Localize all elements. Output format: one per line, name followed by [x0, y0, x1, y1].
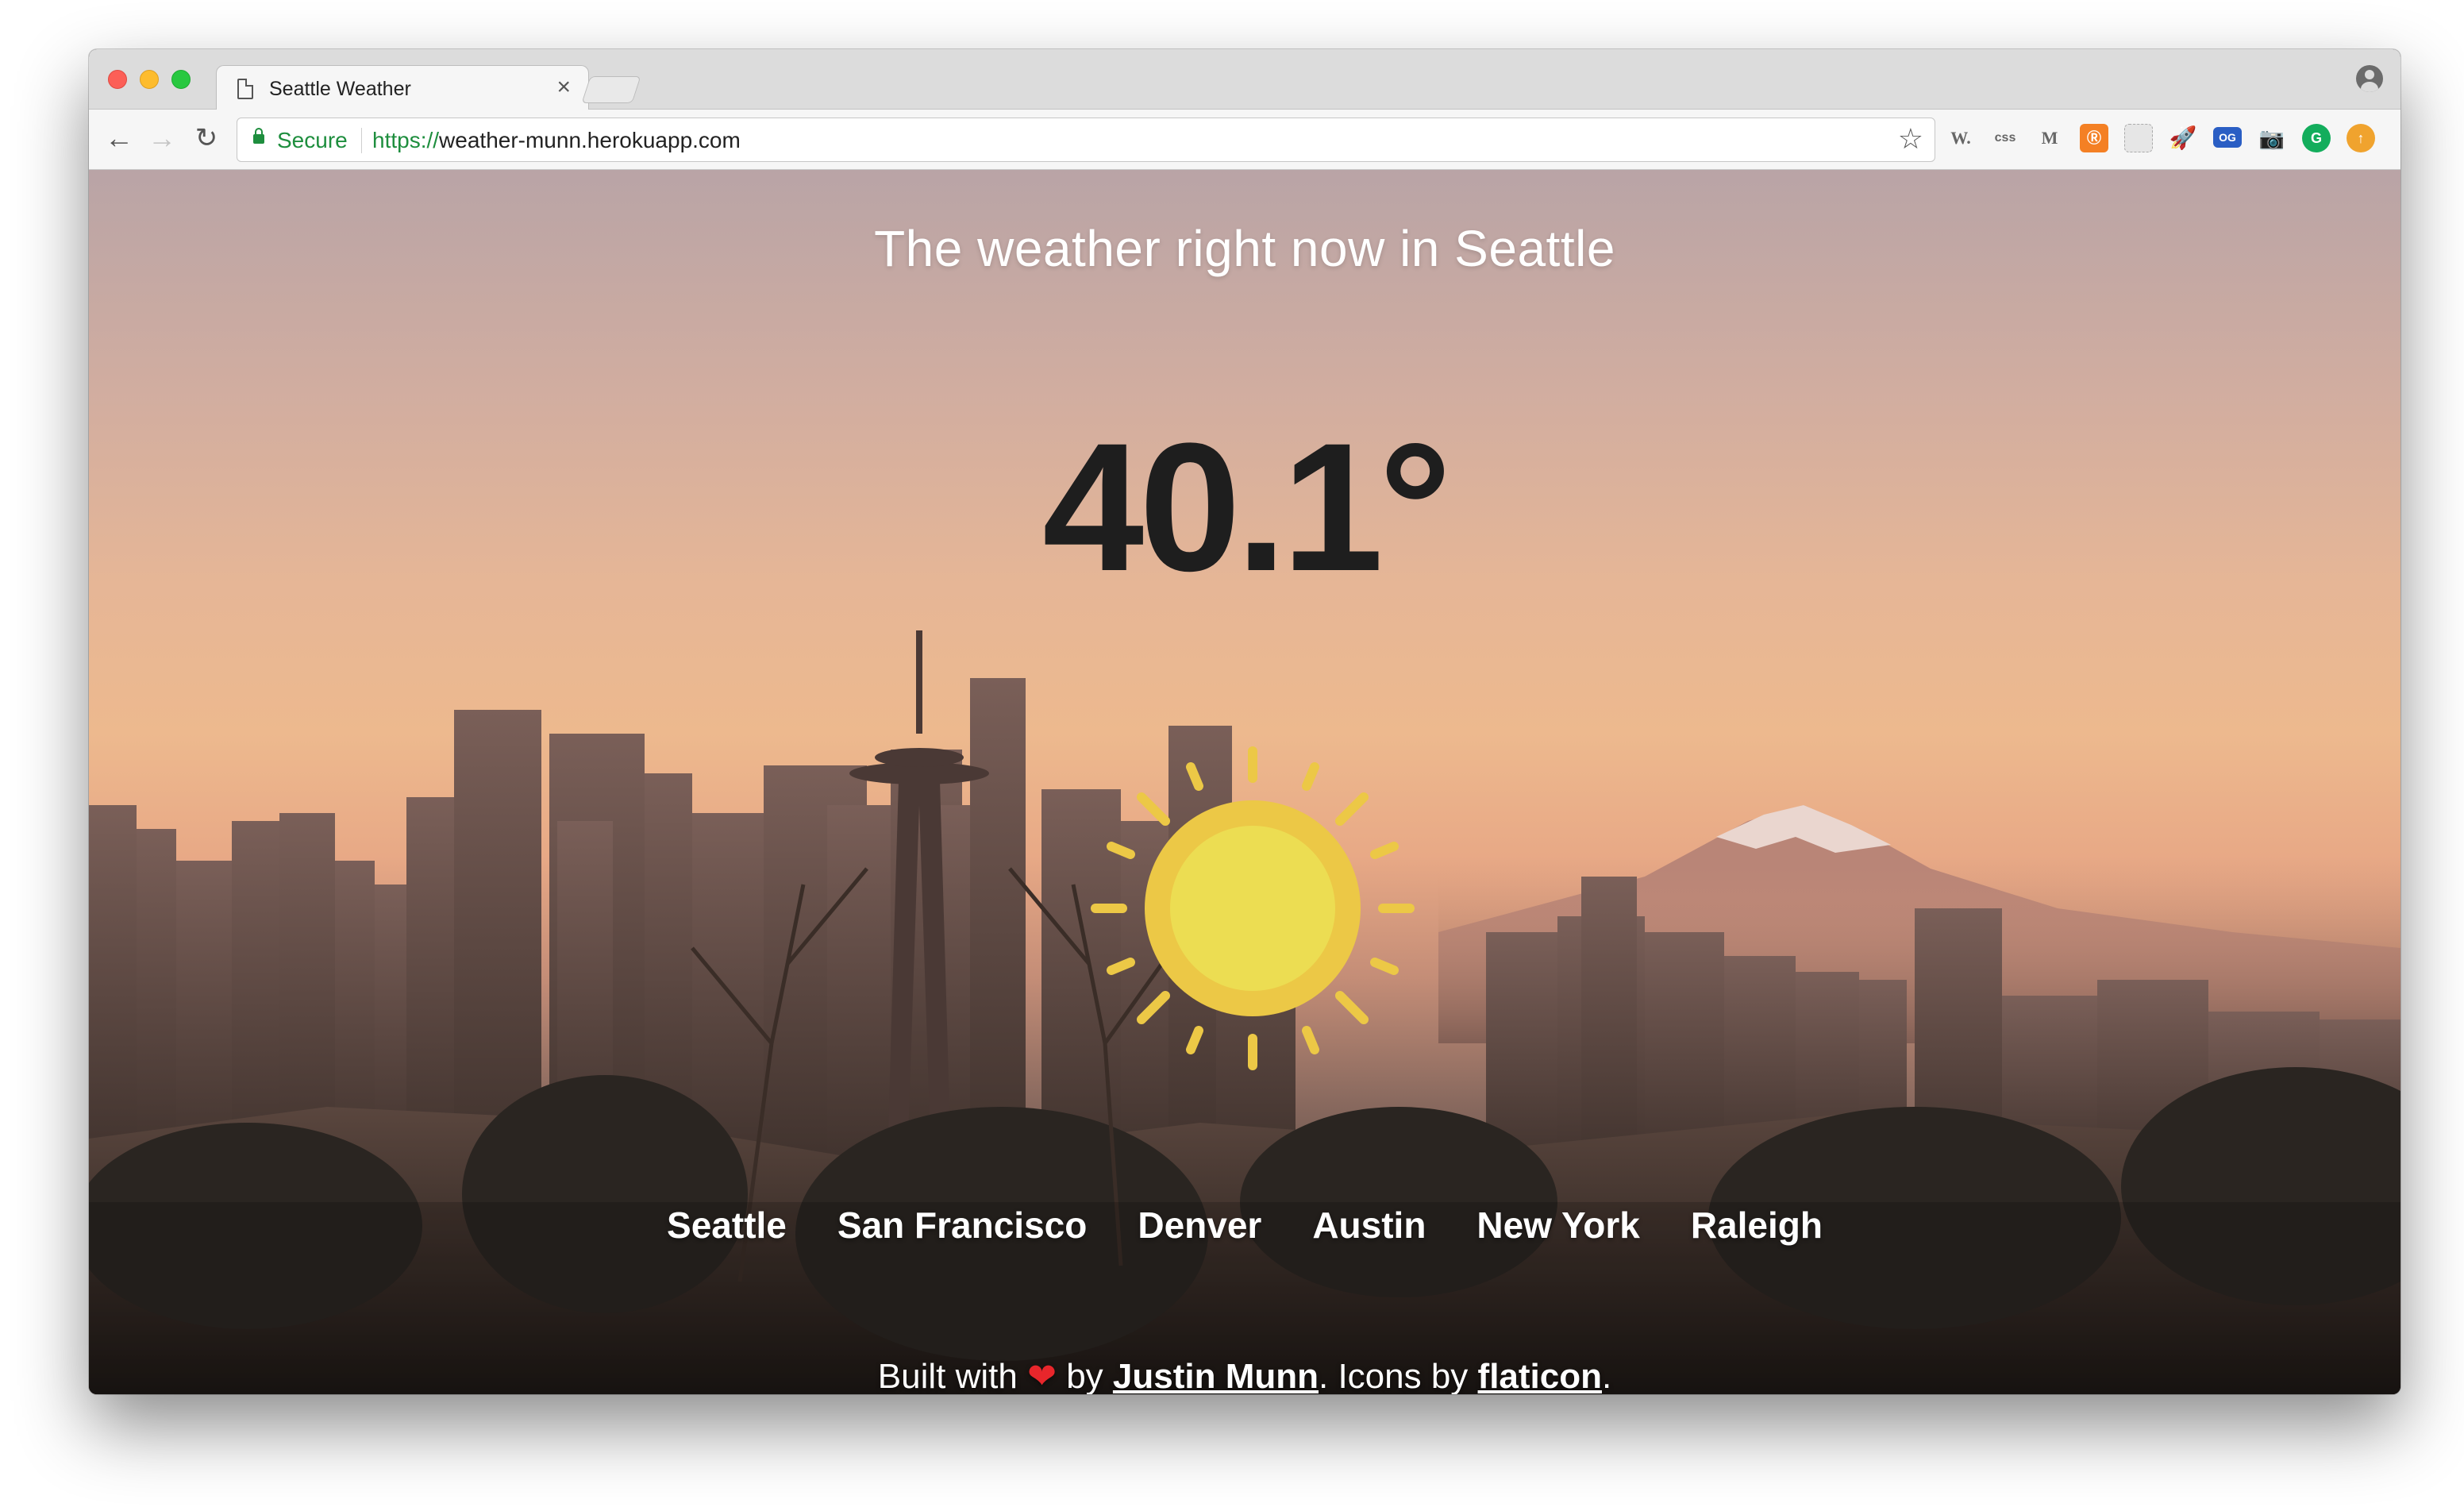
footer-icons-by: . Icons by [1319, 1357, 1469, 1394]
city-link-seattle[interactable]: Seattle [667, 1204, 787, 1247]
close-window-button[interactable] [108, 70, 127, 89]
city-link-austin[interactable]: Austin [1312, 1204, 1426, 1247]
url-scheme: https:// [372, 128, 440, 152]
city-link-denver[interactable]: Denver [1138, 1204, 1261, 1247]
forward-arrow-icon[interactable]: → [144, 121, 179, 156]
extension-og-icon[interactable]: OG [2213, 127, 2242, 148]
city-link-san-francisco[interactable]: San Francisco [837, 1204, 1087, 1247]
city-link-raleigh[interactable]: Raleigh [1691, 1204, 1823, 1247]
extension-update-icon[interactable]: ↑ [2347, 124, 2375, 152]
url-separator [361, 128, 362, 153]
new-tab-button[interactable] [581, 76, 641, 103]
url-text[interactable]: https://weather-munn.herokuapp.com [372, 128, 741, 153]
temperature-readout: 40.1° [1042, 405, 1452, 609]
extension-css-icon[interactable]: css [1991, 124, 2019, 152]
footer-built-with: Built with [877, 1357, 1018, 1394]
city-nav: Seattle San Francisco Denver Austin New … [89, 1204, 2400, 1247]
browser-toolbar: ← → ↻ Secure https://weather-munn.heroku… [89, 110, 2400, 170]
page-footer: Built with ❤ by Justin Munn. Icons by fl… [89, 1356, 2400, 1394]
url-host: weather-munn.herokuapp.com [439, 128, 741, 152]
extension-rocket-icon[interactable]: 🚀 [2169, 124, 2197, 152]
lock-icon [253, 128, 264, 144]
tab-seattle-weather[interactable]: Seattle Weather × [216, 65, 589, 111]
browser-window: Seattle Weather × ← → ↻ Secure https://w… [89, 49, 2400, 1394]
sun-icon [1091, 746, 1415, 1070]
footer-by: by [1066, 1357, 1103, 1394]
bookmark-star-icon[interactable]: ☆ [1898, 121, 1923, 156]
reload-icon[interactable]: ↻ [189, 121, 224, 156]
extension-w-icon[interactable]: W. [1946, 124, 1975, 152]
back-arrow-icon[interactable]: ← [102, 121, 137, 156]
tab-strip: Seattle Weather × [89, 49, 2400, 111]
maximize-window-button[interactable] [171, 70, 191, 89]
profile-icon[interactable] [2356, 65, 2383, 92]
document-icon [237, 79, 253, 99]
heart-icon: ❤ [1027, 1357, 1057, 1394]
extension-orange-icon[interactable]: Ⓡ [2080, 124, 2108, 152]
extension-grammarly-icon[interactable]: G [2302, 124, 2331, 152]
footer-end: . [1602, 1357, 1612, 1394]
extension-grid-icon[interactable] [2124, 124, 2153, 152]
address-bar[interactable]: Secure https://weather-munn.herokuapp.co… [237, 118, 1935, 162]
close-tab-icon[interactable]: × [556, 75, 571, 99]
secure-label: Secure [277, 128, 348, 152]
extension-camera-icon[interactable]: 📷 [2258, 124, 2286, 152]
city-link-new-york[interactable]: New York [1476, 1204, 1639, 1247]
tab-title: Seattle Weather [269, 78, 411, 100]
minimize-window-button[interactable] [140, 70, 159, 89]
flaticon-link[interactable]: flaticon [1478, 1357, 1602, 1394]
page-viewport: The weather right now in Seattle 40.1° S… [89, 170, 2400, 1394]
author-link[interactable]: Justin Munn [1113, 1357, 1319, 1394]
extension-m-icon[interactable]: M [2035, 124, 2064, 152]
page-title: The weather right now in Seattle [874, 220, 1615, 277]
